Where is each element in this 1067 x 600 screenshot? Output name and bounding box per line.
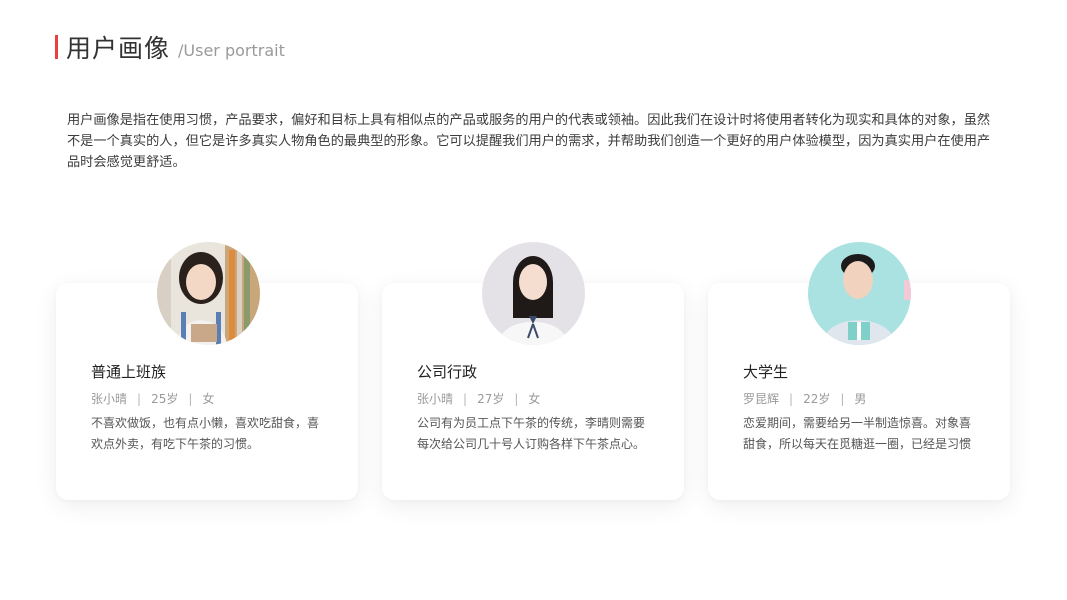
persona-age: 25岁	[151, 392, 179, 406]
persona-gender: 女	[528, 392, 541, 406]
intro-paragraph: 用户画像是指在使用习惯，产品要求，偏好和目标上具有相似点的产品或服务的用户的代表…	[67, 113, 991, 170]
young-man-gift-photo-icon	[808, 242, 911, 345]
page-header: 用户画像 /User portrait	[55, 30, 285, 64]
title-accent-bar	[55, 35, 58, 59]
persona-gender: 女	[202, 392, 215, 406]
persona-gender: 男	[854, 392, 867, 406]
meta-separator: |	[514, 391, 519, 406]
persona-age: 22岁	[803, 392, 831, 406]
persona-meta: 罗昆辉 | 22岁 | 男	[743, 390, 866, 407]
persona-age: 27岁	[477, 392, 505, 406]
meta-separator: |	[137, 391, 142, 406]
page-subtitle: /User portrait	[178, 40, 285, 60]
woman-with-books-photo-icon	[157, 242, 260, 345]
persona-name: 张小晴	[417, 392, 454, 406]
persona-description: 不喜欢做饭，也有点小懒，喜欢吃甜食，喜欢点外卖，有吃下午茶的习惯。	[91, 416, 320, 451]
meta-separator: |	[188, 391, 193, 406]
persona-description: 公司有为员工点下午茶的传统，李晴则需要每次给公司几十号人订购各样下午茶点心。	[417, 416, 646, 451]
persona-title: 普通上班族	[91, 363, 167, 381]
persona-meta: 张小晴 | 25岁 | 女	[91, 390, 214, 407]
persona-name: 罗昆辉	[743, 392, 780, 406]
woman-office-photo-icon	[482, 242, 585, 345]
persona-name: 张小晴	[91, 392, 128, 406]
persona-title: 大学生	[743, 363, 789, 381]
meta-separator: |	[840, 391, 845, 406]
persona-title: 公司行政	[417, 363, 478, 381]
meta-separator: |	[463, 391, 468, 406]
persona-description: 恋爱期间，需要给另一半制造惊喜。对象喜甜食，所以每天在觅糖逛一圈，已经是习惯	[743, 416, 972, 451]
page-title: 用户画像	[66, 34, 171, 63]
persona-meta: 张小晴 | 27岁 | 女	[417, 390, 540, 407]
meta-separator: |	[789, 391, 794, 406]
